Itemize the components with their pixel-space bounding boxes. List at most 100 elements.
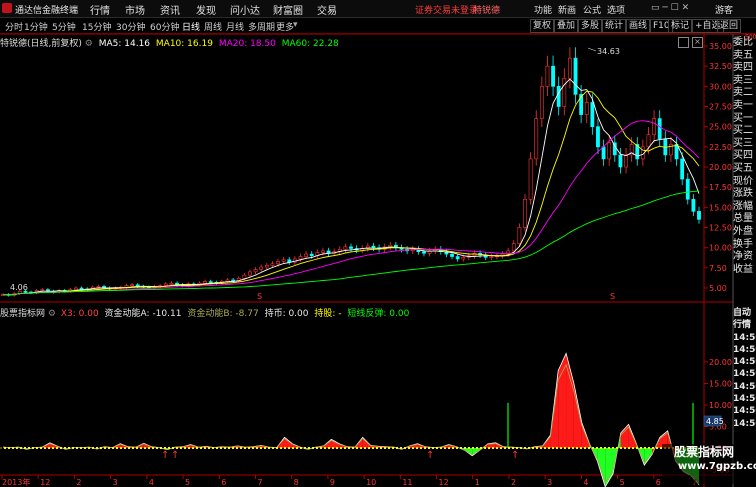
candle-body — [96, 286, 101, 288]
hold-signal-dot — [324, 447, 326, 449]
candle-body — [697, 211, 701, 220]
hold-signal-dot — [300, 447, 302, 449]
order-book-label: 卖二 — [733, 87, 753, 99]
candle-body — [248, 271, 252, 276]
hold-signal-dot — [624, 447, 626, 449]
hold-signal-dot — [492, 447, 494, 449]
candle-body — [489, 256, 494, 258]
hold-signal-dot — [616, 447, 618, 449]
ma5-line — [2, 78, 700, 296]
chart-option-icon[interactable] — [678, 37, 689, 48]
hold-signal-dot — [416, 447, 418, 449]
hold-signal-dot — [476, 447, 478, 449]
hold-signal-dot — [144, 447, 146, 449]
tick-time: 14:50 — [733, 344, 756, 355]
hold-signal-dot — [128, 447, 130, 449]
hold-signal-dot — [588, 447, 590, 449]
hold-signal-dot — [72, 447, 74, 449]
hold-signal-dot — [388, 447, 390, 449]
tick-panel-label[interactable]: 自动 — [733, 307, 756, 319]
close-chart-icon[interactable]: × — [692, 37, 703, 48]
hold-signal-dot — [488, 447, 490, 449]
candle-body — [276, 261, 280, 265]
candle-body — [253, 269, 258, 273]
hold-signal-dot — [152, 447, 154, 449]
hold-signal-dot — [232, 447, 234, 449]
hold-signal-dot — [464, 447, 466, 449]
hold-signal-dot — [216, 447, 218, 449]
time-tick-label: 8 — [294, 478, 299, 487]
hold-signal-dot — [460, 447, 462, 449]
y-tick-label: 15.00 — [709, 380, 732, 389]
hold-signal-dot — [160, 447, 162, 449]
hold-signal-dot — [316, 447, 318, 449]
y-tick-label: 25.00 — [709, 123, 732, 132]
hold-signal-dot — [40, 447, 42, 449]
candle-body — [270, 263, 275, 266]
hold-signal-dot — [304, 447, 306, 449]
hold-signal-dot — [576, 447, 578, 449]
quote-label: 收益 — [733, 263, 753, 275]
settings-gear-icon[interactable]: ⚙ — [85, 39, 93, 49]
watermark-title: 股票指标网 — [674, 445, 735, 459]
candle-body — [450, 253, 454, 257]
tick-panel-label[interactable]: 行情 — [733, 319, 756, 331]
hold-signal-dot — [480, 447, 482, 449]
hold-signal-dot — [404, 447, 406, 449]
hold-signal-dot — [100, 447, 102, 449]
candle-body — [680, 158, 685, 180]
candle-body — [298, 256, 303, 260]
hold-signal-dot — [220, 447, 222, 449]
time-tick-label: 3 — [113, 478, 118, 487]
time-tick-label: 2 — [76, 478, 81, 487]
quote-label: 总量 — [733, 213, 753, 225]
tick-time: 14:50 — [733, 381, 756, 392]
hold-signal-dot — [644, 447, 646, 449]
indicator-hold-cash: 持币: 0.00 — [264, 309, 309, 319]
hold-signal-dot — [372, 447, 374, 449]
hold-signal-dot — [532, 447, 534, 449]
candle-body — [528, 158, 533, 200]
candle-body — [511, 243, 516, 252]
candle-body — [130, 284, 134, 287]
candle-body — [601, 146, 606, 160]
hold-signal-dot — [572, 447, 574, 449]
candle-body — [242, 274, 247, 279]
indicator-gear-icon[interactable]: ⚙ — [48, 309, 56, 319]
hold-signal-dot — [504, 447, 506, 449]
candle-body — [691, 198, 696, 212]
candle-body — [652, 118, 656, 136]
tick-time: 14:50 — [733, 369, 756, 380]
y-tick-label: 10.00 — [709, 244, 732, 253]
y-tick-label: 35.00 — [709, 42, 732, 51]
hold-signal-dot — [84, 447, 86, 449]
candle-body — [562, 77, 567, 107]
tick-time: 14:50 — [733, 394, 756, 405]
hold-signal-dot — [444, 447, 446, 449]
time-tick-label: 4 — [149, 478, 154, 487]
hold-signal-dot — [556, 447, 558, 449]
hold-signal-dot — [348, 447, 350, 449]
hold-signal-dot — [548, 447, 550, 449]
hold-signal-dot — [240, 447, 242, 449]
hold-signal-dot — [640, 447, 642, 449]
hold-signal-dot — [88, 447, 90, 449]
y-tick-label: 10.00 — [709, 401, 732, 410]
hold-signal-dot — [428, 447, 430, 449]
time-tick-label: 2 — [511, 478, 516, 487]
time-tick-label: 2013年 — [2, 477, 30, 487]
hold-signal-dot — [156, 447, 158, 449]
time-tick-label: 3 — [547, 478, 552, 487]
hold-signal-dot — [552, 447, 554, 449]
hold-signal-dot — [192, 447, 194, 449]
candle-body — [618, 154, 623, 168]
hold-signal-dot — [524, 447, 526, 449]
hold-signal-dot — [656, 447, 658, 449]
candle-body — [517, 227, 522, 244]
y-tick-label: 32.50 — [709, 62, 732, 71]
kline-chart[interactable]: 35.0032.5030.0027.5025.0022.5020.0017.50… — [0, 0, 756, 487]
candle-body — [163, 283, 168, 286]
ma5-label: MA5: 14.16 — [98, 39, 151, 49]
order-book-label: 卖四 — [733, 62, 753, 74]
ma60-line — [2, 190, 700, 296]
